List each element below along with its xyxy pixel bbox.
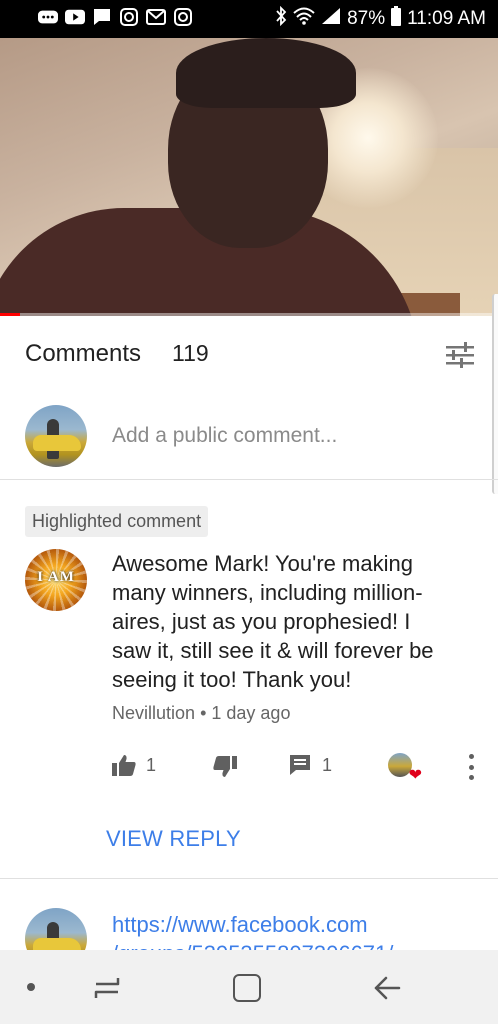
home-icon[interactable] (233, 974, 261, 1002)
recent-apps-icon[interactable] (92, 974, 122, 1002)
comment-actions: 1 1 ❤ (0, 750, 498, 784)
comment-time: 1 day ago (211, 703, 291, 723)
add-comment-input[interactable]: Add a public comment... (112, 424, 337, 448)
system-status: 87% 11:09 AM (275, 5, 486, 32)
back-icon[interactable] (372, 974, 402, 1002)
creator-heart: ❤ (388, 753, 422, 784)
clock: 11:09 AM (407, 8, 486, 29)
thumbs-up-icon (112, 755, 136, 776)
navigation-bar (0, 950, 498, 1024)
battery-icon (391, 6, 402, 32)
divider (0, 878, 498, 879)
status-bar: 87% 11:09 AM (0, 0, 498, 38)
bluetooth-icon (275, 5, 287, 32)
video-player[interactable] (0, 38, 498, 316)
next-comment: https://www.facebook.com /groups/5395355… (0, 880, 498, 950)
video-subject-cap (176, 38, 356, 108)
like-count: 1 (146, 754, 157, 775)
like-button[interactable]: 1 (112, 754, 156, 776)
comments-title: Comments (25, 340, 142, 367)
instagram-icon (119, 7, 139, 27)
highlighted-comment-badge: Highlighted comment (25, 506, 209, 537)
heart-icon: ❤ (408, 767, 422, 784)
gmail-icon (146, 7, 166, 27)
comment-text: Awesome Mark! You're making many winners… (112, 551, 434, 692)
user-avatar (25, 405, 87, 467)
commenter-avatar[interactable]: I AM (25, 549, 87, 611)
comments-header: Comments 119 (0, 316, 498, 394)
comment-author[interactable]: Nevillution (112, 703, 195, 723)
avatar-text: I AM (37, 569, 75, 585)
dislike-button[interactable] (213, 756, 237, 778)
signal-icon (321, 7, 341, 31)
more-notifications-icon (38, 7, 58, 27)
battery-percent: 87% (347, 8, 386, 29)
view-reply-button[interactable]: VIEW REPLY (106, 826, 241, 852)
sort-filter-icon[interactable] (446, 341, 474, 369)
reply-count: 1 (322, 754, 333, 775)
next-commenter-avatar[interactable] (25, 908, 87, 950)
add-comment-row[interactable]: Add a public comment... (0, 394, 498, 480)
wifi-icon (293, 7, 315, 31)
meta-separator: • (200, 703, 207, 723)
reply-button[interactable]: 1 (288, 754, 332, 776)
thumbs-down-icon (213, 756, 237, 777)
more-options-icon[interactable] (468, 754, 474, 780)
instagram-icon (173, 7, 193, 27)
notification-icons (38, 7, 193, 27)
next-comment-link[interactable]: https://www.facebook.com /groups/5395355… (112, 910, 482, 950)
comment-meta: Nevillution • 1 day ago (112, 703, 290, 724)
youtube-icon (65, 7, 85, 27)
nav-dot-icon[interactable] (27, 983, 35, 991)
message-icon (92, 7, 112, 27)
reply-comment-icon (290, 755, 310, 775)
comments-count: 119 (172, 340, 209, 366)
